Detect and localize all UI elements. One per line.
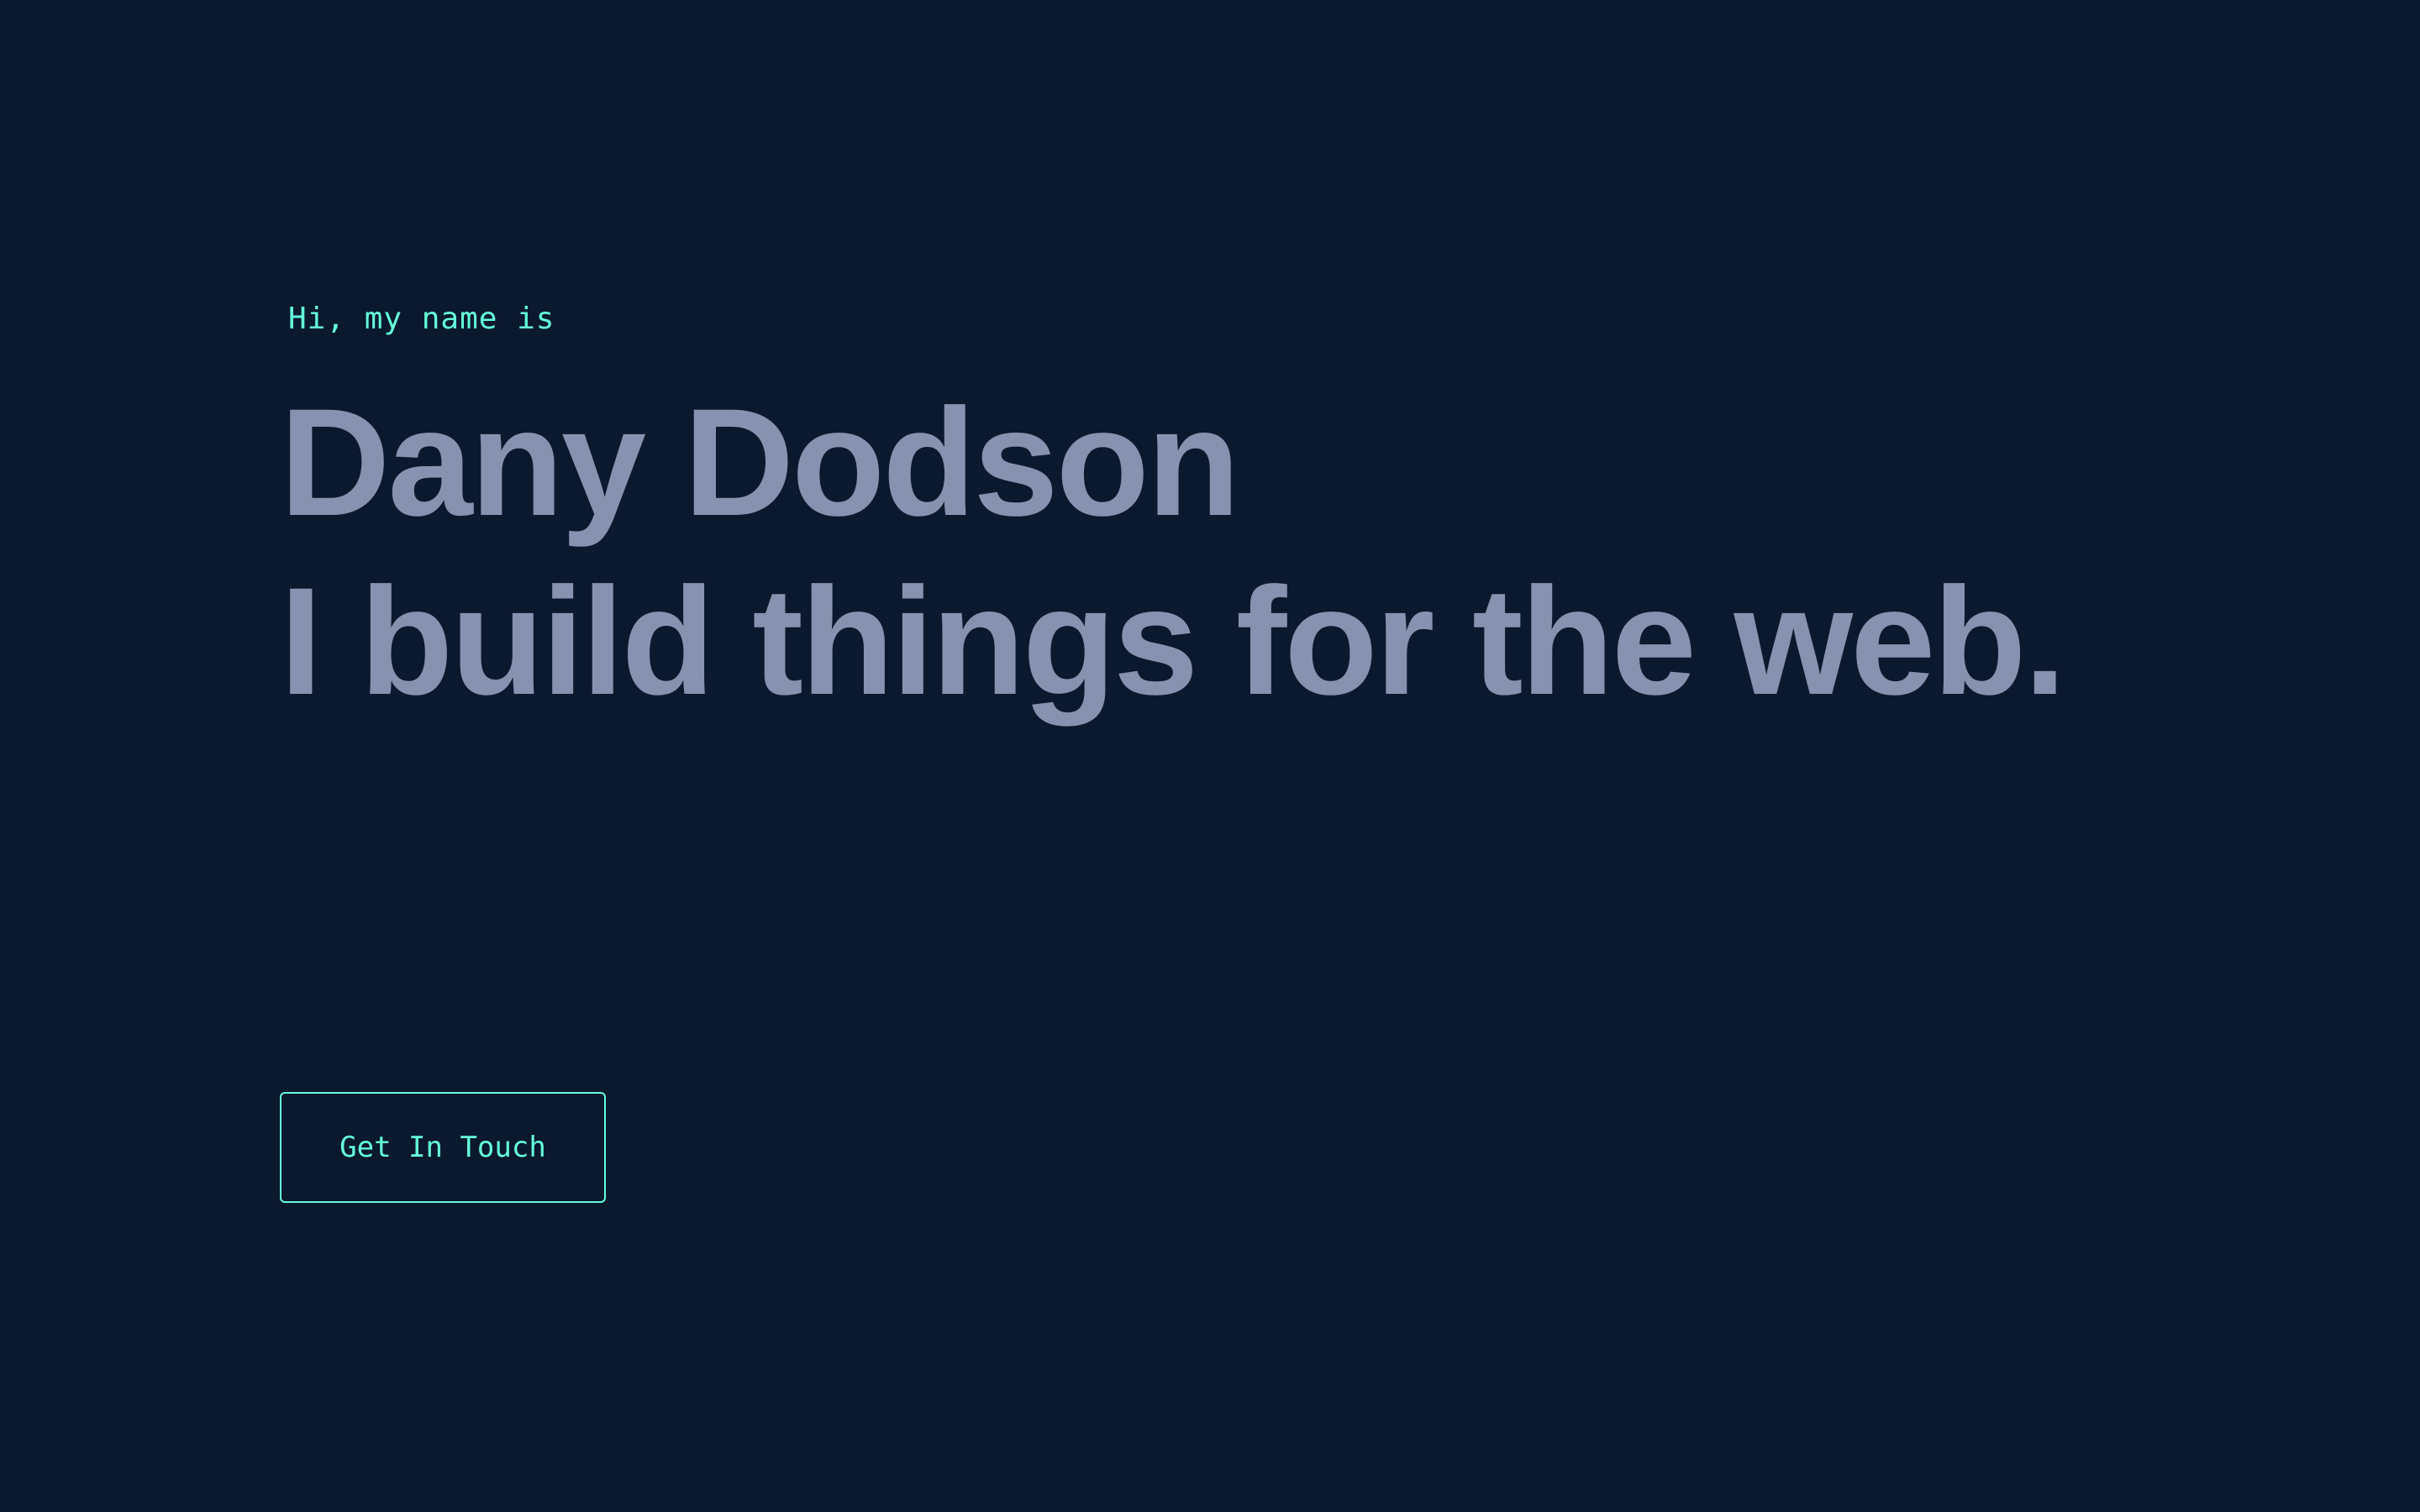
greeting-text: Hi, my name is (288, 302, 555, 336)
hero-section: Hi, my name is Dany Dodson I build thing… (280, 0, 2296, 1512)
name-heading: Dany Dodson (280, 376, 1240, 548)
get-in-touch-button[interactable]: Get In Touch (280, 1092, 606, 1203)
page: Hi, my name is Dany Dodson I build thing… (0, 0, 2420, 1512)
tagline-heading: I build things for the web. (280, 555, 2066, 727)
